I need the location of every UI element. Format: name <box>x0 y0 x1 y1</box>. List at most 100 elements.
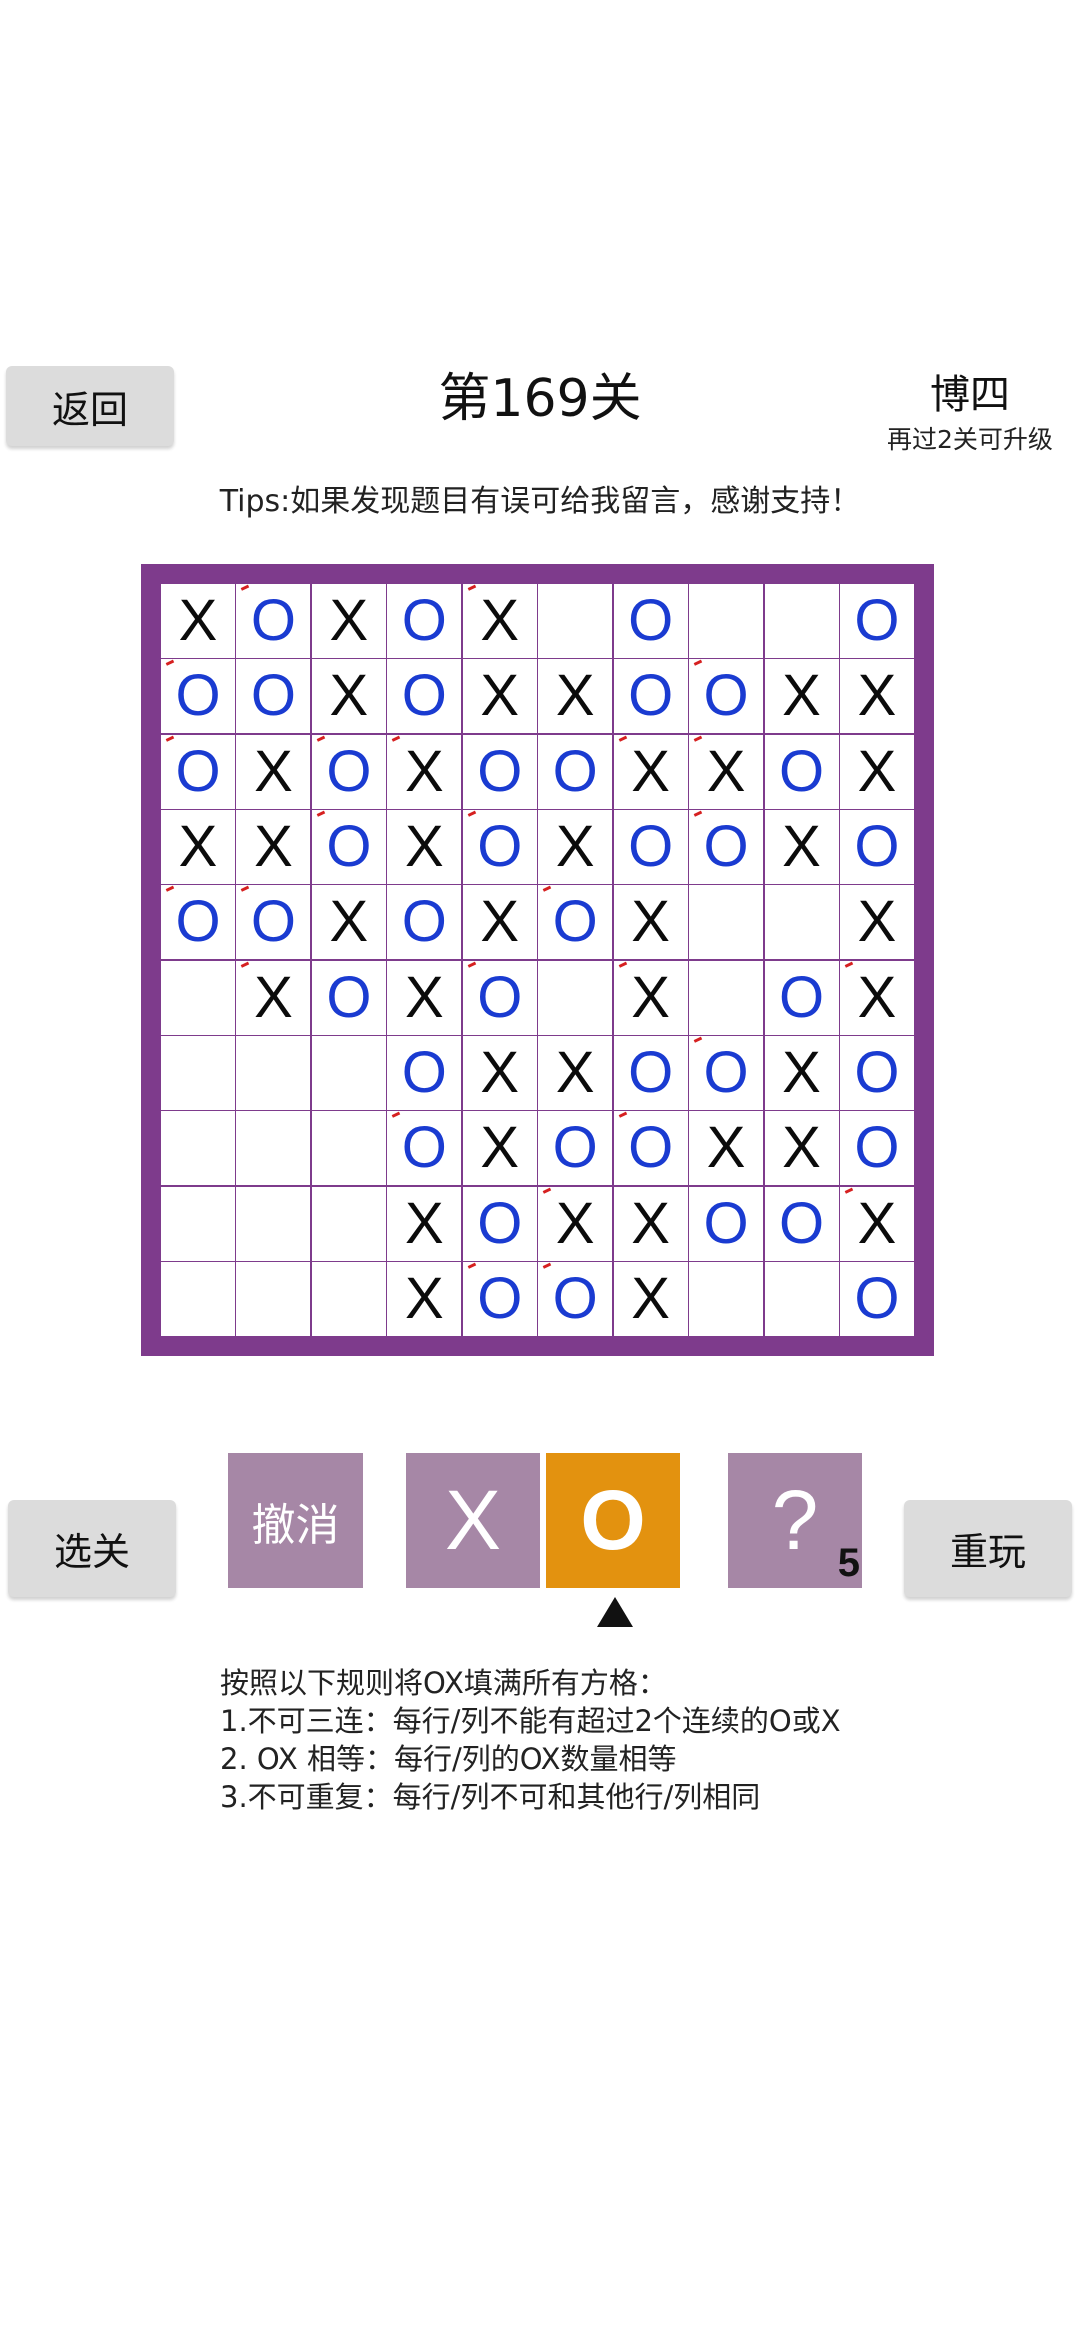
board-cell[interactable]: O <box>236 885 311 960</box>
board-cell[interactable]: X <box>387 960 462 1035</box>
board-cell[interactable]: O <box>462 734 537 809</box>
board-cell[interactable]: O <box>764 1186 839 1261</box>
board-cell[interactable]: O <box>764 960 839 1035</box>
board-cell[interactable] <box>236 1186 311 1261</box>
board-cell[interactable]: O <box>236 659 311 734</box>
o-piece-button[interactable]: O <box>546 1453 680 1588</box>
board-cell[interactable] <box>764 584 839 658</box>
board-cell[interactable]: X <box>764 659 839 734</box>
board-cell[interactable]: X <box>462 584 537 658</box>
board-cell[interactable]: O <box>462 1262 537 1336</box>
board-cell[interactable]: X <box>462 659 537 734</box>
board-cell[interactable]: X <box>839 734 914 809</box>
board-cell[interactable]: X <box>387 1186 462 1261</box>
board-cell[interactable] <box>689 1262 764 1336</box>
board-cell[interactable]: X <box>387 1262 462 1336</box>
board-cell[interactable]: O <box>462 810 537 884</box>
board-cell[interactable]: X <box>839 1186 914 1261</box>
board-cell[interactable] <box>311 1186 386 1261</box>
board-cell[interactable]: O <box>538 1262 613 1336</box>
board-cell[interactable]: O <box>462 1186 537 1261</box>
board-cell[interactable]: X <box>236 810 311 884</box>
board-cell[interactable] <box>689 960 764 1035</box>
board-cell[interactable]: O <box>839 810 914 884</box>
board-cell[interactable]: X <box>538 810 613 884</box>
board-cell[interactable] <box>311 1111 386 1186</box>
board-cell[interactable]: O <box>311 734 386 809</box>
board-cell[interactable]: X <box>764 810 839 884</box>
board-cell[interactable]: X <box>311 584 386 658</box>
board-cell[interactable] <box>236 1262 311 1336</box>
board-cell[interactable]: O <box>538 734 613 809</box>
board-cell[interactable] <box>689 584 764 658</box>
board-cell[interactable]: X <box>311 885 386 960</box>
board-cell[interactable] <box>236 1111 311 1186</box>
board-cell[interactable] <box>311 1036 386 1110</box>
board-cell[interactable]: O <box>387 659 462 734</box>
board-cell[interactable]: O <box>839 1262 914 1336</box>
undo-button[interactable]: 撤消 <box>228 1453 363 1588</box>
board-cell[interactable]: O <box>161 885 236 960</box>
board-cell[interactable]: O <box>689 659 764 734</box>
board-cell[interactable]: O <box>311 810 386 884</box>
board-cell[interactable]: X <box>689 734 764 809</box>
board-cell[interactable]: X <box>839 885 914 960</box>
board-cell[interactable]: O <box>613 810 688 884</box>
board-cell[interactable] <box>311 1262 386 1336</box>
board-cell[interactable]: O <box>161 734 236 809</box>
board-cell[interactable]: O <box>613 584 688 658</box>
board-cell[interactable]: O <box>839 584 914 658</box>
board-cell[interactable] <box>161 1186 236 1261</box>
select-level-button[interactable]: 选关 <box>8 1500 176 1597</box>
board-cell[interactable]: O <box>387 584 462 658</box>
board-cell[interactable]: X <box>161 584 236 658</box>
board-cell[interactable] <box>689 885 764 960</box>
board-cell[interactable]: X <box>538 1186 613 1261</box>
board-cell[interactable]: O <box>613 1111 688 1186</box>
board-cell[interactable]: X <box>387 734 462 809</box>
board-cell[interactable] <box>236 1036 311 1110</box>
board-cell[interactable] <box>161 1036 236 1110</box>
board-cell[interactable] <box>538 584 613 658</box>
board-cell[interactable]: O <box>764 734 839 809</box>
x-piece-button[interactable]: X <box>406 1453 540 1588</box>
board-cell[interactable]: X <box>689 1111 764 1186</box>
board-cell[interactable]: X <box>387 810 462 884</box>
board-cell[interactable]: X <box>236 960 311 1035</box>
board-cell[interactable]: X <box>764 1111 839 1186</box>
board-cell[interactable]: X <box>613 1186 688 1261</box>
hint-button[interactable]: ? 5 <box>728 1453 862 1588</box>
board-cell[interactable] <box>538 960 613 1035</box>
board-cell[interactable]: X <box>839 960 914 1035</box>
board-cell[interactable] <box>161 960 236 1035</box>
board-cell[interactable]: X <box>839 659 914 734</box>
board-cell[interactable]: O <box>613 1036 688 1110</box>
board-cell[interactable]: O <box>613 659 688 734</box>
board-cell[interactable]: X <box>462 885 537 960</box>
board-cell[interactable]: X <box>613 885 688 960</box>
board-cell[interactable]: O <box>689 1186 764 1261</box>
board-cell[interactable]: X <box>613 960 688 1035</box>
board-cell[interactable]: X <box>236 734 311 809</box>
board-cell[interactable]: O <box>538 885 613 960</box>
board-cell[interactable] <box>161 1262 236 1336</box>
board-cell[interactable] <box>764 1262 839 1336</box>
board-cell[interactable]: O <box>387 885 462 960</box>
board-cell[interactable] <box>764 885 839 960</box>
board-cell[interactable]: O <box>387 1111 462 1186</box>
board-cell[interactable]: O <box>839 1111 914 1186</box>
board-cell[interactable]: X <box>462 1036 537 1110</box>
board-cell[interactable]: O <box>538 1111 613 1186</box>
board-cell[interactable]: X <box>462 1111 537 1186</box>
board-cell[interactable]: X <box>311 659 386 734</box>
board-cell[interactable]: X <box>764 1036 839 1110</box>
board-cell[interactable] <box>161 1111 236 1186</box>
board-cell[interactable]: O <box>387 1036 462 1110</box>
board-cell[interactable]: O <box>236 584 311 658</box>
back-button[interactable]: 返回 <box>6 366 174 446</box>
board-cell[interactable]: X <box>613 1262 688 1336</box>
board-cell[interactable]: O <box>689 810 764 884</box>
board-cell[interactable]: X <box>613 734 688 809</box>
board-cell[interactable]: X <box>538 1036 613 1110</box>
board-cell[interactable]: O <box>161 659 236 734</box>
